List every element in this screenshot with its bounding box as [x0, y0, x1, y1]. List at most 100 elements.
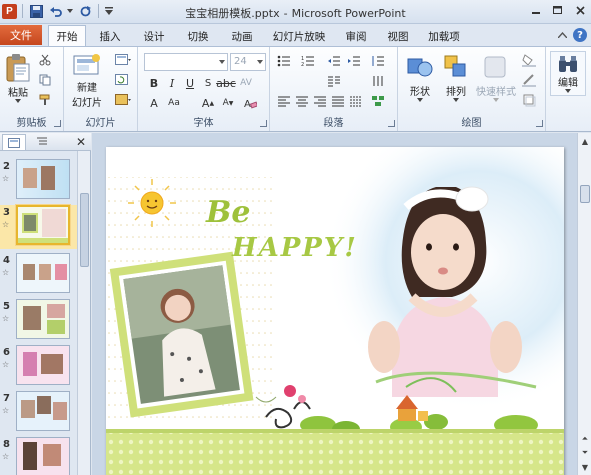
- tab-animations[interactable]: 动画: [224, 27, 260, 46]
- shadow-icon[interactable]: S: [200, 75, 216, 91]
- slide-thumbnail[interactable]: 7 ☆: [0, 391, 78, 435]
- animation-star-icon: ☆: [2, 406, 10, 415]
- happy-text: HAPPY!: [232, 233, 358, 263]
- bold-icon[interactable]: B: [146, 75, 162, 91]
- smartart-icon[interactable]: [370, 93, 386, 109]
- char-spacing-icon[interactable]: AV: [238, 75, 254, 91]
- shape-fill-icon[interactable]: [522, 53, 536, 67]
- scroll-up-icon[interactable]: ▲: [579, 135, 591, 147]
- tab-file[interactable]: 文件: [0, 25, 42, 45]
- animation-star-icon: ☆: [2, 220, 10, 229]
- quick-styles-icon: [484, 56, 506, 78]
- change-case-icon[interactable]: Aa: [166, 95, 182, 111]
- close-icon[interactable]: [569, 0, 591, 20]
- quick-styles-label: 快速样式: [476, 87, 516, 98]
- distributed-icon[interactable]: [348, 93, 364, 109]
- strikethrough-icon[interactable]: abc: [216, 75, 236, 91]
- tab-view[interactable]: 视图: [380, 27, 416, 46]
- justify-icon[interactable]: [330, 93, 346, 109]
- ribbon: 粘贴 剪贴板 新建 幻灯片 幻灯片 24 B I U S abc AV A Aa…: [0, 46, 591, 132]
- current-slide[interactable]: Be HAPPY!: [106, 147, 564, 475]
- editor-vertical-scrollbar[interactable]: ▲ ⏶ ⏷ ▼: [577, 133, 591, 475]
- help-icon[interactable]: ?: [573, 28, 587, 42]
- bullets-icon[interactable]: [276, 53, 292, 69]
- new-slide-label-1: 新建: [77, 83, 97, 94]
- paragraph-dialog-launcher[interactable]: [388, 120, 395, 127]
- line-spacing-icon[interactable]: [370, 53, 386, 69]
- clipboard-group: 粘贴 剪贴板: [0, 47, 64, 131]
- tab-home[interactable]: 开始: [48, 25, 86, 46]
- new-slide-button[interactable]: 新建 幻灯片: [68, 53, 106, 109]
- minimize-icon[interactable]: [525, 0, 547, 20]
- shape-effects-icon[interactable]: [522, 93, 536, 107]
- slides-pane-scroll-thumb[interactable]: [80, 193, 89, 267]
- be-text: Be: [206, 195, 251, 230]
- paste-button[interactable]: 粘贴: [4, 53, 32, 103]
- title-bar: P 宝宝相册模板.pptx - Microsoft PowerPoint: [0, 0, 591, 24]
- numbering-icon[interactable]: 12: [300, 53, 316, 69]
- slide-thumbnail-selected[interactable]: 3 ☆: [0, 205, 78, 249]
- slide-number: 8: [3, 439, 10, 450]
- drawing-dialog-launcher[interactable]: [536, 120, 543, 127]
- arrange-button[interactable]: 排列: [438, 53, 474, 102]
- slides-tab-icon[interactable]: [2, 134, 26, 150]
- editor-scroll-thumb[interactable]: [580, 185, 590, 203]
- grow-font-icon[interactable]: A ▲: [200, 95, 216, 111]
- tab-slideshow[interactable]: 幻灯片放映: [266, 27, 332, 46]
- align-left-icon[interactable]: [276, 93, 292, 109]
- columns-icon[interactable]: [326, 73, 342, 89]
- shape-outline-icon[interactable]: [522, 73, 536, 87]
- tab-transitions[interactable]: 切换: [180, 27, 216, 46]
- font-size-value: 24: [234, 56, 247, 67]
- scroll-down-icon[interactable]: ▼: [579, 461, 591, 473]
- align-right-icon[interactable]: [312, 93, 328, 109]
- shapes-label: 形状: [410, 87, 430, 98]
- slides-pane-scrollbar[interactable]: [77, 151, 90, 475]
- align-center-icon[interactable]: [294, 93, 310, 109]
- font-name-combo[interactable]: [144, 53, 228, 71]
- quick-styles-button[interactable]: 快速样式: [474, 53, 518, 102]
- tab-insert[interactable]: 插入: [92, 27, 128, 46]
- ribbon-collapse-icon[interactable]: [558, 32, 567, 38]
- tab-review[interactable]: 审阅: [338, 27, 374, 46]
- maximize-icon[interactable]: [547, 0, 569, 20]
- slide-number: 3: [3, 207, 10, 218]
- clear-format-icon[interactable]: A: [242, 95, 258, 111]
- pane-close-icon[interactable]: ✕: [76, 135, 86, 149]
- tab-addins[interactable]: 加载项: [422, 27, 466, 46]
- slide-thumbnail[interactable]: 4 ☆: [0, 253, 78, 297]
- text-direction-icon[interactable]: [370, 73, 386, 89]
- font-color-icon[interactable]: A: [146, 95, 162, 111]
- font-size-combo[interactable]: 24: [230, 53, 266, 71]
- binoculars-icon: [559, 56, 577, 72]
- shapes-button[interactable]: 形状: [402, 53, 438, 102]
- font-group: 24 B I U S abc AV A Aa A ▲ A ▼ A 字体: [138, 47, 270, 131]
- editing-label: 编辑: [558, 78, 578, 89]
- underline-icon[interactable]: U: [182, 75, 198, 91]
- slide-number: 7: [3, 393, 10, 404]
- next-slide-icon[interactable]: ⏷: [579, 447, 591, 459]
- title-filename: 宝宝相册模板.pptx: [185, 7, 280, 20]
- previous-slide-icon[interactable]: ⏶: [579, 433, 591, 445]
- arrange-icon: [444, 55, 466, 77]
- shrink-font-icon[interactable]: A ▼: [220, 95, 236, 111]
- reset-slide-icon[interactable]: [114, 73, 132, 87]
- copy-icon[interactable]: [38, 73, 52, 87]
- outline-tab-icon[interactable]: [30, 134, 54, 150]
- decrease-indent-icon[interactable]: [326, 53, 342, 69]
- format-painter-icon[interactable]: [38, 93, 52, 107]
- section-icon[interactable]: [114, 93, 132, 107]
- slide-thumbnail[interactable]: 5 ☆: [0, 299, 78, 343]
- slide-thumbnail[interactable]: 8 ☆: [0, 437, 78, 475]
- slide-thumbnail[interactable]: 2 ☆: [0, 159, 78, 203]
- italic-icon[interactable]: I: [164, 75, 180, 91]
- font-dialog-launcher[interactable]: [260, 120, 267, 127]
- slides-pane-header: ✕: [0, 133, 91, 151]
- layout-icon[interactable]: [114, 53, 132, 67]
- cut-icon[interactable]: [38, 53, 52, 67]
- increase-indent-icon[interactable]: [346, 53, 362, 69]
- clipboard-dialog-launcher[interactable]: [54, 120, 61, 127]
- editing-button[interactable]: 编辑: [550, 51, 586, 96]
- slide-thumbnail[interactable]: 6 ☆: [0, 345, 78, 389]
- tab-design[interactable]: 设计: [136, 27, 172, 46]
